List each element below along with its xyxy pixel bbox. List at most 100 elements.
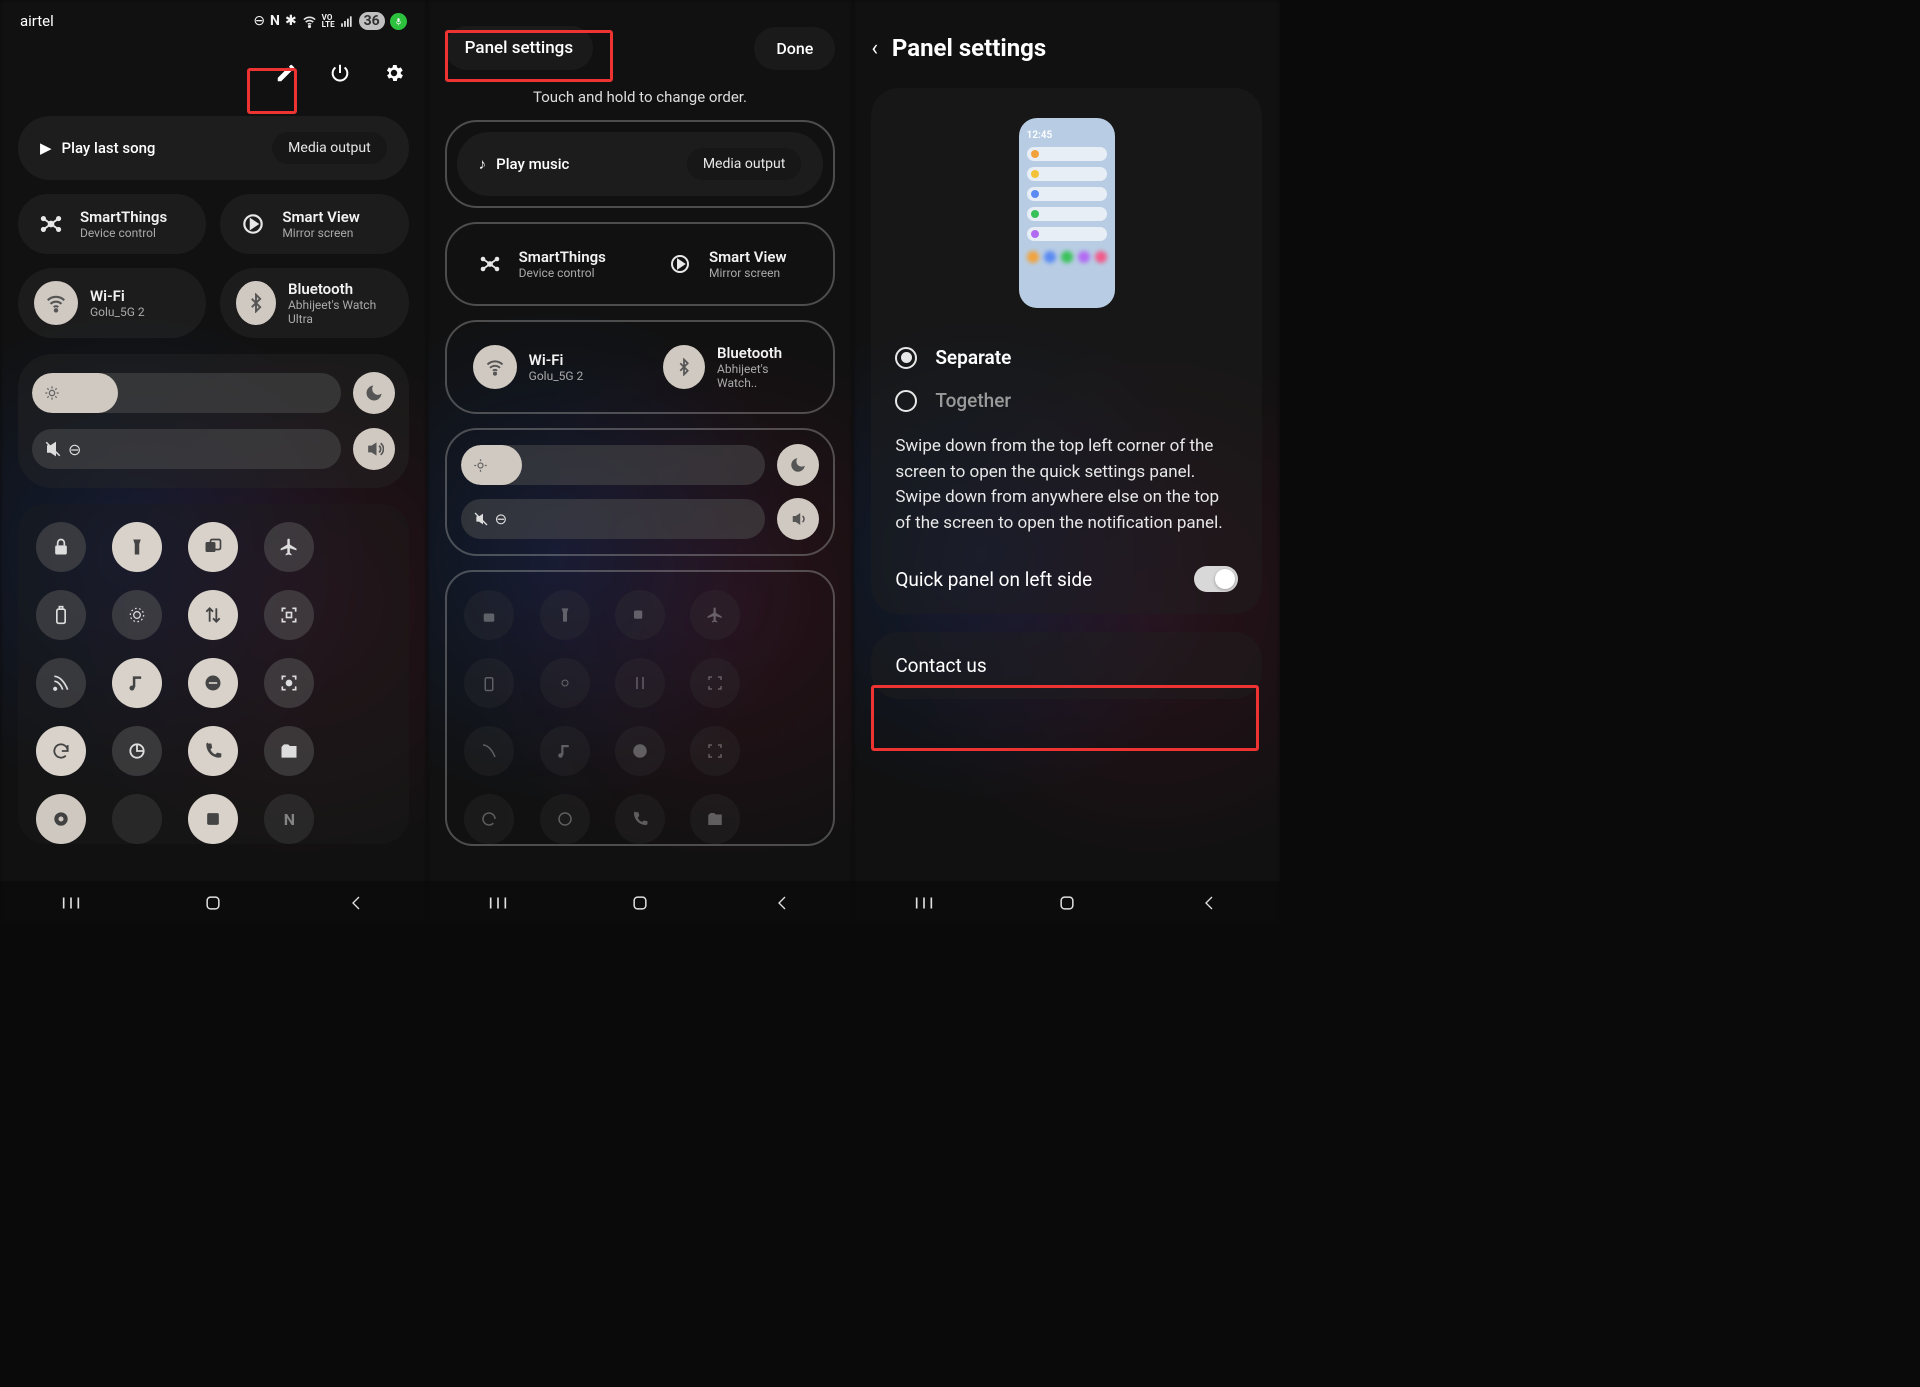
nav-bar-2	[427, 881, 854, 925]
wifi2-sub: Golu_5G 2	[529, 369, 584, 383]
wifi-tile-2[interactable]: Wi-FiGolu_5G 2	[457, 332, 633, 402]
conn-group-outline[interactable]: Wi-FiGolu_5G 2 BluetoothAbhijeet's Watch…	[445, 320, 836, 414]
st2-sub: Device control	[519, 266, 606, 280]
battery-icon[interactable]	[36, 590, 86, 640]
music-icon[interactable]	[112, 658, 162, 708]
p2-wifi-calling-icon[interactable]	[615, 794, 665, 844]
wifi-calling-icon[interactable]	[188, 726, 238, 776]
p2-hotspot-icon[interactable]	[464, 726, 514, 776]
contact-us-label: Contact us	[895, 654, 986, 677]
smartview-tile[interactable]: Smart View Mirror screen	[220, 194, 408, 254]
p2-secure-folder-icon[interactable]	[690, 794, 740, 844]
nfc-tile-icon[interactable]: N	[264, 794, 314, 844]
media-group-outline[interactable]: ♪ Play music Media output	[445, 120, 836, 208]
p2-battery-icon[interactable]	[464, 658, 514, 708]
p2-multi-window-icon[interactable]	[615, 590, 665, 640]
radio-together[interactable]: Together	[895, 379, 1238, 422]
p2-data-usage-icon[interactable]	[540, 794, 590, 844]
panel-settings-screenshot: ‹ Panel settings 12:45 Separate	[853, 0, 1280, 925]
p2-dnd-icon[interactable]	[615, 726, 665, 776]
media-pill: ▶ Play last song Media output	[18, 116, 409, 180]
media-output-button[interactable]: Media output	[272, 132, 386, 164]
airplane-icon[interactable]	[264, 522, 314, 572]
layout-preview: 12:45	[1019, 118, 1115, 308]
dnd-icon[interactable]	[188, 658, 238, 708]
sound-mode-button-2[interactable]	[777, 498, 819, 540]
bluetooth-tile-2[interactable]: BluetoothAbhijeet's Watch..	[647, 332, 823, 402]
layout-description: Swipe down from the top left corner of t…	[895, 434, 1238, 536]
nav-recents-icon-2[interactable]	[485, 890, 511, 916]
done-button[interactable]: Done	[754, 27, 835, 70]
qr-scan-icon[interactable]	[264, 590, 314, 640]
bluetooth-tile[interactable]: Bluetooth Abhijeet's Watch Ultra	[220, 268, 408, 338]
location-icon[interactable]	[36, 794, 86, 844]
smartview-tile-2[interactable]: Smart ViewMirror screen	[647, 234, 823, 294]
nav-recents-icon-3[interactable]	[911, 890, 937, 916]
power-icon[interactable]	[325, 58, 355, 88]
dark-mode-button[interactable]	[353, 372, 395, 414]
wifi-title: Wi-Fi	[90, 287, 145, 305]
p2-sync-icon[interactable]	[464, 794, 514, 844]
multi-window-icon[interactable]	[188, 522, 238, 572]
p2-lock-icon[interactable]	[464, 590, 514, 640]
nav-back-icon-2[interactable]	[769, 890, 795, 916]
smartthings-tile[interactable]: SmartThings Device control	[18, 194, 206, 254]
nav-home-icon-2[interactable]	[627, 890, 653, 916]
smart-group-outline[interactable]: SmartThingsDevice control Smart ViewMirr…	[445, 222, 836, 306]
brightness-slider-2[interactable]	[461, 445, 766, 485]
p2-screen-record-icon[interactable]	[690, 726, 740, 776]
p2-airplane-icon[interactable]	[690, 590, 740, 640]
extra-icon-2[interactable]	[188, 794, 238, 844]
p2-eye-comfort-icon[interactable]	[540, 658, 590, 708]
bluetooth-status-icon: ✱	[285, 13, 297, 29]
preview-time: 12:45	[1027, 130, 1107, 141]
p2-flashlight-icon[interactable]	[540, 590, 590, 640]
nav-home-icon-3[interactable]	[1054, 890, 1080, 916]
secure-folder-icon[interactable]	[264, 726, 314, 776]
sync-icon[interactable]	[36, 726, 86, 776]
nav-home-icon[interactable]	[200, 890, 226, 916]
flashlight-icon[interactable]	[112, 522, 162, 572]
p2-mobile-data-icon[interactable]	[615, 658, 665, 708]
nav-back-icon[interactable]	[343, 890, 369, 916]
settings-icon[interactable]	[379, 58, 409, 88]
volume-slider[interactable]: ⊖	[32, 429, 341, 469]
wifi-tile[interactable]: Wi-Fi Golu_5G 2	[18, 268, 206, 338]
quick-panel-left-toggle[interactable]	[1194, 566, 1238, 592]
dark-mode-button-2[interactable]	[777, 444, 819, 486]
layout-option-card: 12:45 Separate Together Swipe down from …	[871, 88, 1262, 614]
p2-music-icon[interactable]	[540, 726, 590, 776]
page-title: Panel settings	[892, 34, 1046, 62]
mobile-data-icon[interactable]	[188, 590, 238, 640]
minus-circle-icon: ⊖	[253, 13, 265, 29]
quick-panel-left-label: Quick panel on left side	[895, 568, 1092, 591]
back-icon[interactable]: ‹	[871, 36, 878, 61]
sliders-outline[interactable]: ⊖	[445, 428, 836, 556]
play-last-label[interactable]: Play last song	[62, 139, 156, 157]
smartthings-sub: Device control	[80, 226, 167, 240]
sound-mode-button[interactable]	[353, 428, 395, 470]
nav-back-icon-3[interactable]	[1196, 890, 1222, 916]
volume-minus-icon: ⊖	[68, 440, 81, 459]
play-icon[interactable]: ▶	[40, 139, 52, 157]
quick-settings-grid[interactable]: N	[18, 504, 409, 844]
nav-recents-icon[interactable]	[58, 890, 84, 916]
lock-icon[interactable]	[36, 522, 86, 572]
volume-slider-2[interactable]: ⊖	[461, 499, 766, 539]
qs-grid-outline[interactable]	[445, 570, 836, 846]
media-output-button-2[interactable]: Media output	[687, 148, 801, 180]
extra-icon-1[interactable]	[112, 794, 162, 844]
brightness-slider[interactable]	[32, 373, 341, 413]
screen-record-icon[interactable]	[264, 658, 314, 708]
nav-bar	[0, 881, 427, 925]
data-usage-icon[interactable]	[112, 726, 162, 776]
carrier-label: airtel	[20, 12, 54, 30]
radio-separate[interactable]: Separate	[895, 336, 1238, 379]
smartview-icon-2	[663, 247, 697, 281]
eye-comfort-icon[interactable]	[112, 590, 162, 640]
mobile-hotspot-icon[interactable]	[36, 658, 86, 708]
sv2-sub: Mirror screen	[709, 266, 787, 280]
smartthings-tile-2[interactable]: SmartThingsDevice control	[457, 234, 633, 294]
wifi-icon	[34, 281, 78, 325]
p2-qr-scan-icon[interactable]	[690, 658, 740, 708]
